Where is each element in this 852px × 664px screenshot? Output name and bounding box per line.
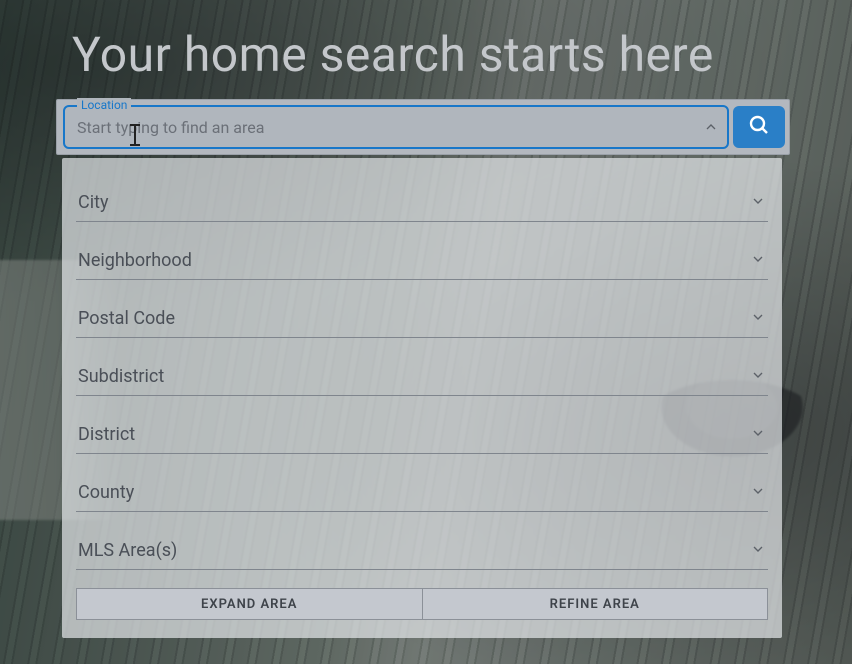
location-input[interactable] bbox=[65, 118, 695, 137]
option-city[interactable]: City bbox=[76, 170, 768, 222]
option-neighborhood[interactable]: Neighborhood bbox=[76, 228, 768, 280]
option-label: Subdistrict bbox=[78, 366, 164, 387]
search-button[interactable] bbox=[733, 106, 785, 148]
option-district[interactable]: District bbox=[76, 402, 768, 454]
option-label: Neighborhood bbox=[78, 250, 192, 271]
option-postal-code[interactable]: Postal Code bbox=[76, 286, 768, 338]
search-icon bbox=[747, 113, 771, 141]
area-button-group: EXPAND AREA REFINE AREA bbox=[76, 588, 768, 620]
chevron-down-icon bbox=[750, 251, 766, 271]
option-county[interactable]: County bbox=[76, 460, 768, 512]
page-title: Your home search starts here bbox=[72, 26, 714, 83]
location-label: Location bbox=[77, 98, 131, 112]
option-label: City bbox=[78, 192, 109, 213]
location-dropdown-panel: City Neighborhood Postal Code Subdistric… bbox=[62, 158, 782, 638]
chevron-down-icon bbox=[750, 541, 766, 561]
option-label: District bbox=[78, 424, 135, 445]
collapse-icon[interactable] bbox=[695, 119, 727, 135]
expand-area-button[interactable]: EXPAND AREA bbox=[76, 588, 423, 620]
option-label: County bbox=[78, 482, 134, 503]
chevron-down-icon bbox=[750, 367, 766, 387]
chevron-down-icon bbox=[750, 425, 766, 445]
option-label: Postal Code bbox=[78, 308, 175, 329]
option-subdistrict[interactable]: Subdistrict bbox=[76, 344, 768, 396]
search-bar: Location bbox=[56, 99, 790, 155]
option-mls-areas[interactable]: MLS Area(s) bbox=[76, 518, 768, 570]
chevron-down-icon bbox=[750, 193, 766, 213]
refine-area-button[interactable]: REFINE AREA bbox=[423, 588, 769, 620]
chevron-down-icon bbox=[750, 483, 766, 503]
location-field[interactable]: Location bbox=[63, 105, 729, 149]
chevron-down-icon bbox=[750, 309, 766, 329]
option-label: MLS Area(s) bbox=[78, 540, 177, 561]
